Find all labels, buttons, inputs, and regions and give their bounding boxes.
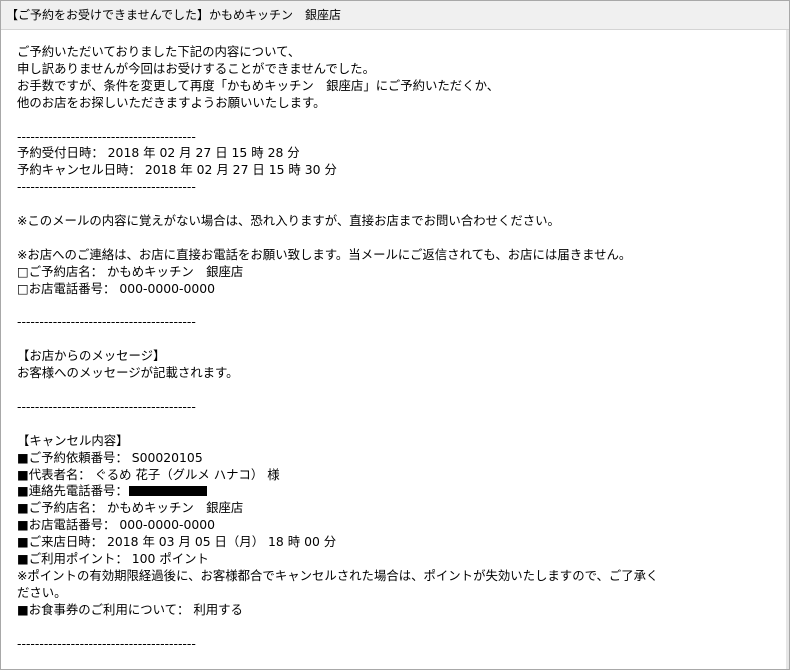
intro-line-2: 申し訳ありませんが今回はお受けすることができませんでした。 xyxy=(17,60,375,76)
divider: ---------------------------------------- xyxy=(17,179,196,195)
intro-line-4: 他のお店をお探しいただきますようお願いいたします。 xyxy=(17,94,326,110)
intro-line-1: ご予約いただいておりました下記の内容について、 xyxy=(17,44,301,59)
cancel-heading: 【キャンセル内容】 xyxy=(17,432,129,448)
contact-store-name: □ご予約店名： かもめキッチン 銀座店 xyxy=(17,263,244,279)
scrollbar-edge[interactable] xyxy=(786,30,789,669)
request-number: ■ご予約依頼番号： S00020105 xyxy=(17,449,203,465)
notice-unrecognized: ※このメールの内容に覚えがない場合は、恐れ入りますが、直接お店までお問い合わせく… xyxy=(17,213,560,229)
message-heading: 【お店からのメッセージ】 xyxy=(17,348,166,364)
visit-datetime: ■ご来店日時： 2018 年 03 月 05 日（月） 18 時 00 分 xyxy=(17,534,337,550)
meal-ticket-usage: ■お食事券のご利用について： 利用する xyxy=(17,601,243,617)
intro-line-3: お手数ですが、条件を変更して再度「かもめキッチン 銀座店」にご予約いただくか、 xyxy=(17,77,500,93)
divider: ---------------------------------------- xyxy=(17,128,196,144)
redacted-phone-number xyxy=(128,486,207,497)
divider: ---------------------------------------- xyxy=(17,398,196,414)
divider: ---------------------------------------- xyxy=(17,314,196,330)
contact-store-phone: □お店電話番号： 000-0000-0000 xyxy=(17,280,216,296)
points-used: ■ご利用ポイント： 100 ポイント xyxy=(17,551,209,567)
cancellation-datetime: 予約キャンセル日時： 2018 年 02 月 27 日 15 時 30 分 xyxy=(17,162,337,178)
contact-phone-label: ■連絡先電話番号： xyxy=(17,483,128,499)
message-text: お客様へのメッセージが記載されます。 xyxy=(17,365,239,381)
notice-contact: ※お店へのご連絡は、お店に直接お電話をお願い致します。当メールにご返信されても、… xyxy=(17,246,632,262)
points-notice-line-2: ださい。 xyxy=(17,584,67,600)
reservation-received-datetime: 予約受付日時： 2018 年 02 月 27 日 15 時 28 分 xyxy=(17,145,300,161)
points-notice-line-1: ※ポイントの有効期限経過後に、お客様都合でキャンセルされた場合は、ポイントが失効… xyxy=(17,567,659,583)
contact-phone-row: ■連絡先電話番号： xyxy=(17,483,775,500)
representative-name: ■代表者名： ぐるめ 花子（グルメ ハナコ） 様 xyxy=(17,466,280,482)
cancel-store-name: ■ご予約店名： かもめキッチン 銀座店 xyxy=(17,500,244,516)
cancel-store-phone: ■お店電話番号： 000-0000-0000 xyxy=(17,517,216,533)
email-body: ご予約いただいておりました下記の内容について、 申し訳ありませんが今回はお受けす… xyxy=(1,30,789,653)
divider: ---------------------------------------- xyxy=(17,635,196,651)
email-window: 【ご予約をお受けできませんでした】かもめキッチン 銀座店 ご予約いただいておりま… xyxy=(0,0,790,670)
email-subject: 【ご予約をお受けできませんでした】かもめキッチン 銀座店 xyxy=(1,1,789,30)
